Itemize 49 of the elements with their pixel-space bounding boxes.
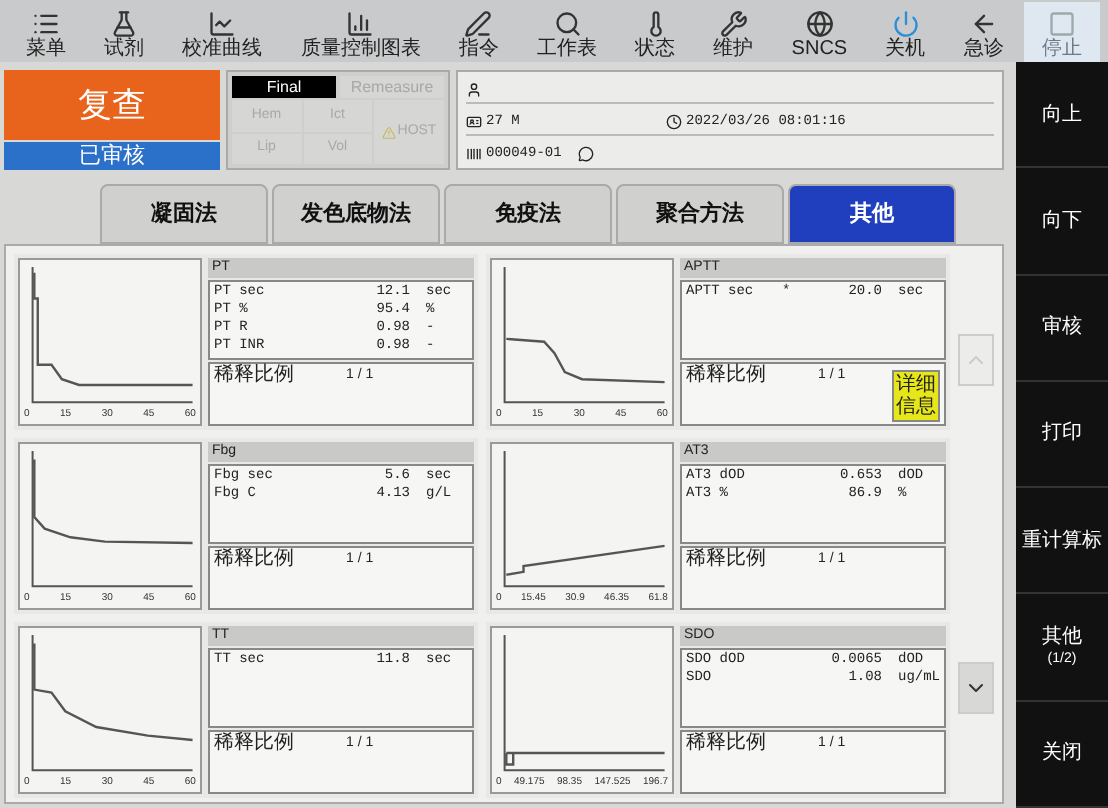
- dilution-label: 稀释比例: [214, 548, 296, 572]
- result-tab[interactable]: Final: [232, 76, 336, 98]
- side-menu-button[interactable]: 向下: [1016, 168, 1108, 276]
- power-icon: [891, 10, 920, 38]
- method-tab[interactable]: 免疫法: [444, 184, 612, 244]
- method-tab[interactable]: 发色底物法: [272, 184, 440, 244]
- dilution-label: 稀释比例: [686, 548, 768, 572]
- dilution-label: 稀释比例: [686, 732, 768, 756]
- search-icon: [553, 10, 582, 38]
- dilution-label: 稀释比例: [214, 732, 296, 756]
- stop-icon: [1047, 10, 1076, 38]
- bar-chart-icon: [346, 10, 375, 38]
- side-menu-button[interactable]: 向上: [1016, 62, 1108, 169]
- toolbar-button[interactable]: 质量控制图表: [282, 10, 439, 62]
- globe-icon: [805, 10, 834, 38]
- scroll-down-button[interactable]: [958, 662, 994, 714]
- review-status: 复查: [4, 70, 220, 140]
- flask-icon: [110, 10, 139, 38]
- method-tab[interactable]: 凝固法: [100, 184, 268, 244]
- method-tab[interactable]: 其他: [788, 184, 956, 244]
- person-icon: [466, 81, 482, 97]
- method-tab[interactable]: 聚合方法: [616, 184, 784, 244]
- comment-icon: [577, 145, 594, 162]
- warning-icon: [381, 125, 396, 139]
- toolbar-button[interactable]: 校准曲线: [164, 10, 281, 62]
- dilution-label: 稀释比例: [214, 364, 296, 388]
- side-menu-button[interactable]: 审核: [1016, 275, 1108, 382]
- toolbar-button[interactable]: 试剂: [86, 10, 163, 62]
- toolbar-button[interactable]: 状态: [617, 10, 694, 62]
- id-card-icon: [466, 114, 482, 131]
- toolbar-button[interactable]: 工作表: [518, 10, 616, 62]
- side-menu-button[interactable]: 关闭: [1016, 701, 1108, 808]
- toolbar-button[interactable]: SNCS: [773, 10, 866, 62]
- side-menu-button[interactable]: 打印: [1016, 381, 1108, 489]
- toolbar-button[interactable]: 指令: [440, 10, 517, 62]
- toolbar-button[interactable]: 维护: [695, 10, 772, 62]
- dilution-label: 稀释比例: [686, 364, 768, 388]
- list-icon: [32, 10, 61, 38]
- line-chart-icon: [208, 10, 237, 38]
- barcode-icon: [466, 145, 482, 162]
- toolbar-button[interactable]: 菜单: [8, 10, 85, 62]
- detail-button[interactable]: 详细信息: [892, 370, 940, 422]
- toolbar-button[interactable]: 关机: [867, 10, 944, 62]
- toolbar-button[interactable]: 急诊: [945, 10, 1022, 62]
- pen-icon: [464, 10, 493, 38]
- clock-icon: [666, 114, 682, 131]
- audit-status: 已审核: [4, 142, 220, 170]
- side-menu-button[interactable]: 重计算标: [1016, 488, 1108, 595]
- wrench-icon: [719, 10, 748, 38]
